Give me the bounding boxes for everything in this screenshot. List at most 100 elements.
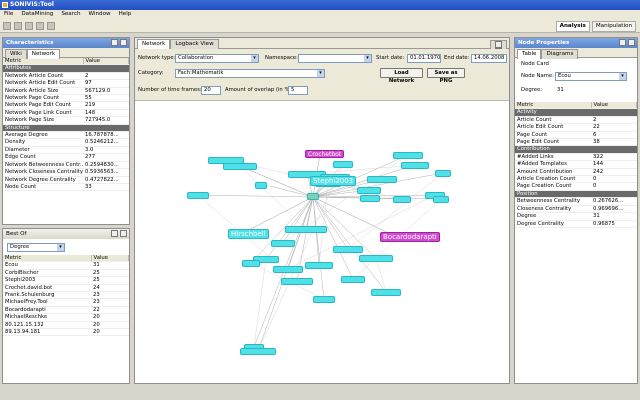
graph-hub-node[interactable] [307,193,319,200]
graph-node[interactable] [281,278,313,285]
graph-node[interactable] [285,226,327,233]
table-row[interactable]: Network Article Size 567129.0 [3,87,129,96]
table-row[interactable]: MichaelReschke 20 [3,313,129,322]
table-row[interactable]: Degree 31 [515,212,637,221]
table-row[interactable]: Page Creation Count 0 [515,182,637,191]
graph-node-unnamed[interactable] [255,182,267,189]
table-row[interactable]: 89.13.94.181 20 [3,328,129,337]
tab-network-editor[interactable]: Network [137,39,171,49]
table-row[interactable]: Stephi2003 25 [3,276,129,285]
table-row[interactable]: Network Page Link Count 148 [3,109,129,118]
table-row[interactable]: #Added Templates 144 [515,160,637,169]
menu-window[interactable]: Window [85,10,115,19]
best-of-metric-select[interactable]: Degree [7,243,65,252]
column-header-metric[interactable]: Metric [515,102,592,110]
table-row[interactable]: Article Count 2 [515,116,637,125]
table-row[interactable]: Network Betweenness Centr... 0.2594830... [3,161,129,170]
minimize-icon[interactable] [619,39,626,46]
graph-node[interactable] [393,152,423,159]
table-row[interactable]: 80.121.15.132 20 [3,321,129,330]
graph-node-stephi2003[interactable]: Stephi2003 [310,176,357,186]
maximize-icon[interactable] [120,39,127,46]
table-row[interactable]: Network Degree Centrality 0.4727822... [3,176,129,184]
table-row[interactable]: Page Count 6 [515,131,637,140]
table-row[interactable]: Crochet.david.bot 24 [3,284,129,293]
maximize-icon[interactable] [120,230,127,237]
graph-node-bocardodarapti[interactable]: Bocardodarapti [380,232,440,242]
column-header-metric[interactable]: Metric [3,58,84,66]
table-row[interactable]: Network Page Size 727945.0 [3,116,129,125]
refresh-icon[interactable] [36,22,44,30]
menu-help[interactable]: Help [115,10,136,19]
graph-node[interactable] [333,161,353,168]
table-row[interactable]: CorbiBischer 25 [3,269,129,278]
graph-node[interactable] [433,196,449,203]
table-row[interactable]: Average Degree 16.787878... [3,131,129,140]
table-row[interactable]: Betweenness Centrality 0.267626... [515,197,637,206]
save-as-png-button[interactable]: Save as PNG [427,68,465,84]
table-row[interactable]: Diameter 3.0 [3,146,129,155]
table-row[interactable]: Network Article Edit Count 97 [3,79,129,88]
search-icon[interactable] [47,22,55,30]
graph-node[interactable] [305,262,333,269]
table-row[interactable]: #Added Links 322 [515,153,637,162]
table-row[interactable]: Network Article Count 2 [3,72,129,81]
menu-datamining[interactable]: DataMining [17,10,57,19]
table-row[interactable]: Density 0.5246212... [3,138,129,147]
tab-network[interactable]: Network [26,49,61,59]
table-row[interactable]: Page Edit Count 38 [515,138,637,147]
graph-node[interactable] [341,276,365,283]
column-header-value[interactable]: Value [83,58,129,66]
table-row[interactable]: Article Edit Count 22 [515,123,637,132]
table-row[interactable]: Edge Count 277 [3,153,129,162]
new-icon[interactable] [3,22,11,30]
graph-node-crochetbot[interactable]: Crochetbot [305,150,345,158]
graph-node[interactable] [273,266,303,273]
table-row[interactable]: Ecou 31 [3,261,129,270]
network-type-select[interactable]: Collaboration [175,54,259,63]
graph-node[interactable] [435,170,451,177]
table-row[interactable]: Node Count 33 [3,183,129,192]
graph-node[interactable] [313,296,335,303]
column-header-value[interactable]: Value [591,102,637,110]
end-date-input[interactable]: 14.06.2008 [471,54,507,63]
graph-node[interactable] [240,348,276,355]
start-date-input[interactable]: 01.01.1970 [407,54,441,63]
category-select[interactable]: Fach:Mathematik [175,69,325,78]
table-row[interactable]: Degree Centrality 0.96875 [515,220,637,228]
graph-node[interactable] [333,246,363,253]
perspective-analysis[interactable]: Analysis [555,21,590,32]
graph-node[interactable] [367,176,397,183]
pin-icon[interactable] [495,41,502,48]
save-icon[interactable] [25,22,33,30]
table-row[interactable]: Bocardodarapti 22 [3,306,129,315]
perspective-manipulation[interactable]: Manipulation [591,21,636,32]
tab-logback-view[interactable]: Logback View [170,39,219,49]
graph-node[interactable] [360,195,380,202]
graph-node[interactable] [393,196,411,203]
graph-node[interactable] [223,163,257,170]
node-name-select[interactable]: Ecou [555,72,627,81]
graph-node[interactable] [359,255,393,262]
table-row[interactable]: Amount Contribution 242 [515,168,637,177]
graph-node[interactable] [242,260,260,267]
graph-node[interactable] [357,187,381,194]
network-graph-canvas[interactable]: Stephi2003 Hirschbell Bocardodarapti Croche… [135,101,509,383]
namespace-select[interactable] [298,54,372,63]
column-header-metric[interactable]: Metric [3,255,92,263]
table-row[interactable]: Frank.Schulenburg 23 [3,291,129,300]
table-row[interactable]: Article Creation Count 0 [515,175,637,184]
menu-file[interactable]: File [0,10,17,19]
menu-search[interactable]: Search [57,10,84,19]
minimize-icon[interactable] [111,230,118,237]
graph-node-hirschbell[interactable]: Hirschbell [228,229,269,239]
time-frames-input[interactable]: 20 [201,86,221,95]
overlap-input[interactable]: 5 [288,86,308,95]
table-row[interactable]: MichaelFrey.Tool 23 [3,298,129,307]
table-row[interactable]: Network Page Count 55 [3,94,129,103]
open-icon[interactable] [14,22,22,30]
maximize-icon[interactable] [628,39,635,46]
graph-node[interactable] [187,192,209,199]
load-network-button[interactable]: Load Network [380,68,423,84]
graph-node[interactable] [401,162,429,169]
